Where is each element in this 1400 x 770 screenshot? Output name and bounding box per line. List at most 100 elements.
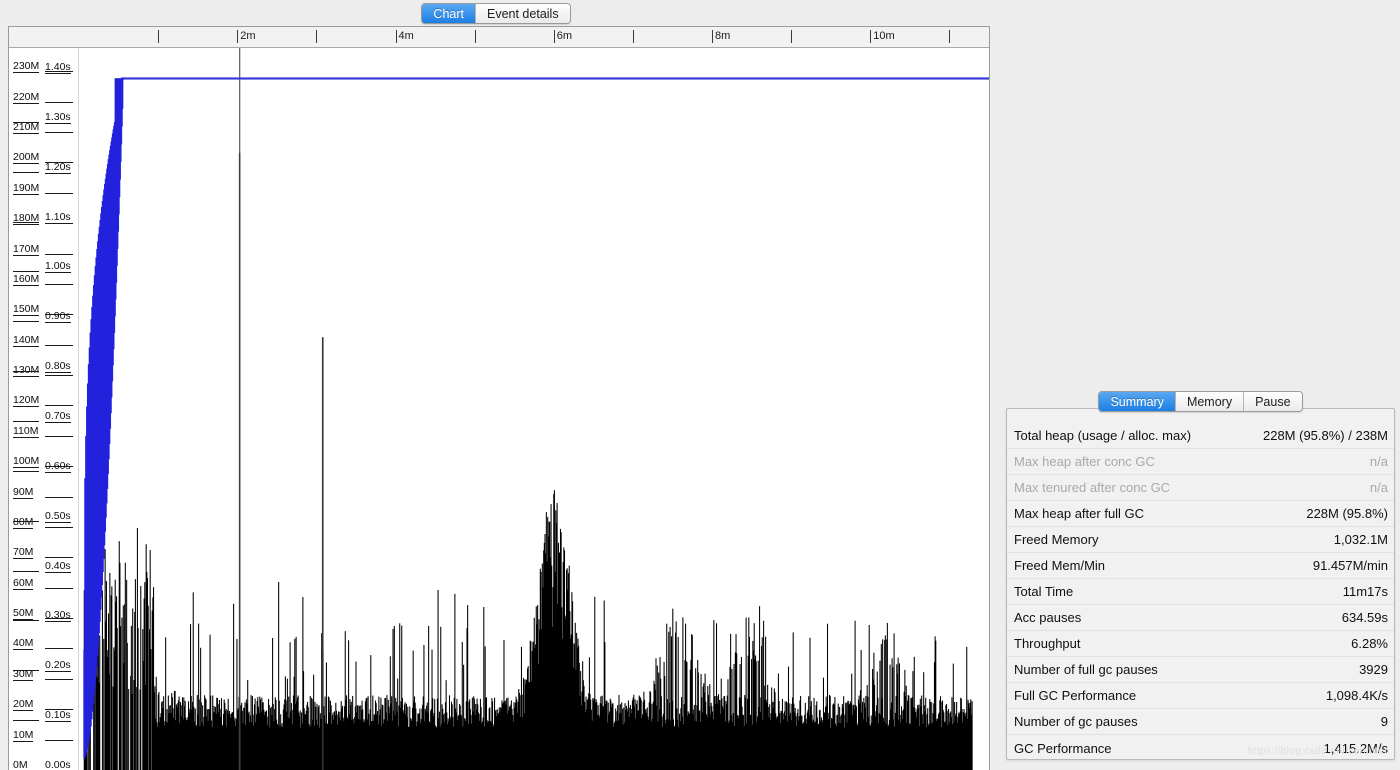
gc-pause-bars: [83, 490, 973, 770]
axis-tick-dash: [13, 321, 39, 323]
axis-tick-dash: [45, 739, 73, 741]
axis-tick-dash: [45, 101, 73, 103]
summary-row-value: 9: [1380, 714, 1388, 729]
time-axis-ruler[interactable]: 2m 4m 6m 8m 10m: [9, 27, 989, 48]
summary-row[interactable]: Total Time 11m17s: [1007, 579, 1394, 605]
tab-chart[interactable]: Chart: [422, 4, 476, 23]
axis-tick-dash: [13, 470, 39, 472]
axis-tick-dash: [13, 570, 39, 572]
memory-axis-tick-label: 150M: [13, 303, 40, 317]
summary-row-key: Freed Memory: [1014, 532, 1099, 547]
summary-row-value: 11m17s: [1342, 584, 1388, 599]
axis-tick-dash: [13, 221, 39, 223]
app-root: Chart Event details 2m 4m 6m 8m 10m 0M 10M 20M…: [0, 0, 1400, 770]
summary-row-value: 3929: [1359, 662, 1388, 677]
axis-tick-dash: [13, 670, 39, 672]
memory-axis-tick-label: 90M: [13, 485, 34, 499]
time-axis-tick-label-vertical: 1.30s: [45, 110, 71, 124]
axis-tick-dash: [45, 344, 73, 346]
summary-row-value: n/a: [1369, 454, 1388, 469]
time-axis-minor-tick: [316, 30, 318, 43]
time-axis-tick-label-vertical: 1.20s: [45, 160, 71, 174]
axis-tick-dash: [13, 121, 39, 123]
axis-tick-dash: [13, 271, 39, 273]
memory-axis-tick-label: 40M: [13, 637, 34, 651]
summary-row-value: 1,032.1M: [1333, 532, 1388, 547]
summary-row-value: 91.457M/min: [1312, 558, 1388, 573]
chart-tab-group: Chart Event details: [421, 3, 571, 24]
summary-row-key: Number of gc pauses: [1014, 714, 1138, 729]
time-axis-tick-label-vertical: 0.20s: [45, 659, 71, 673]
memory-axis-tick-label: 220M: [13, 90, 40, 104]
memory-axis-tick-label: 200M: [13, 151, 40, 165]
summary-row-value: 1,098.4K/s: [1325, 688, 1388, 703]
time-axis-tick-label-vertical: 0.10s: [45, 709, 71, 723]
summary-row-key: Number of full gc pauses: [1014, 662, 1158, 677]
summary-row-key: GC Performance: [1014, 740, 1112, 756]
time-axis-tick-label: 10m: [873, 30, 895, 42]
summary-row[interactable]: Freed Memory 1,032.1M: [1007, 527, 1394, 553]
tab-pause[interactable]: Pause: [1244, 392, 1302, 411]
axis-tick-dash: [45, 678, 73, 680]
time-axis-tick-label-vertical: 0.30s: [45, 609, 71, 623]
axis-tick-dash: [13, 520, 39, 522]
summary-row-value: 6.28%: [1351, 636, 1388, 651]
time-axis-minor-tick: [632, 30, 634, 43]
summary-row[interactable]: Max heap after conc GC n/a: [1007, 449, 1394, 475]
axis-tick-dash: [13, 620, 39, 622]
time-axis-tick-label-vertical: 0.40s: [45, 559, 71, 573]
time-axis-minor-tick: [791, 30, 793, 43]
tab-memory[interactable]: Memory: [1175, 392, 1245, 411]
axis-tick-dash: [45, 405, 73, 407]
summary-row[interactable]: Number of gc pauses 9: [1007, 709, 1394, 735]
memory-axis-tick-label: 20M: [13, 698, 34, 712]
summary-row[interactable]: Full GC Performance 1,098.4K/s: [1007, 683, 1394, 709]
y-axis-gutter: 0M 10M 20M 30M 40M 50M 60M 70M 80M 90M 100M 110M 120…: [9, 48, 79, 770]
summary-row[interactable]: Freed Mem/Min 91.457M/min: [1007, 553, 1394, 579]
time-axis-minor-tick: [949, 30, 951, 43]
summary-row-key: Freed Mem/Min: [1014, 558, 1106, 573]
summary-row[interactable]: Max heap after full GC 228M (95.8%): [1007, 501, 1394, 527]
summary-row-key: Max heap after full GC: [1014, 506, 1145, 521]
summary-row[interactable]: Total heap (usage / alloc. max) 228M (95.…: [1007, 423, 1394, 449]
tab-summary[interactable]: Summary: [1099, 392, 1176, 411]
time-axis-tick-label-vertical: 0.90s: [45, 310, 71, 324]
memory-axis-tick-label: 170M: [13, 242, 40, 256]
axis-tick-dash: [45, 557, 73, 559]
summary-row-key: Max tenured after conc GC: [1014, 480, 1171, 495]
time-axis-tick-label: 6m: [556, 30, 573, 42]
summary-panel: Total heap (usage / alloc. max) 228M (95.…: [1006, 408, 1395, 760]
axis-tick-dash: [13, 171, 39, 173]
memory-axis-tick-label: 50M: [13, 607, 34, 621]
memory-axis-tick-label: 100M: [13, 455, 40, 469]
summary-row-key: Full GC Performance: [1014, 688, 1137, 703]
memory-axis-tick-label: 80M: [13, 515, 34, 529]
chart-frame: 2m 4m 6m 8m 10m 0M 10M 20M 30M 40M 50M 60M 70M 80M 90…: [8, 26, 990, 770]
axis-tick-dash: [13, 71, 39, 73]
time-axis-tick-label: 8m: [715, 30, 731, 42]
time-axis-tick-label-vertical: 0.50s: [45, 509, 71, 523]
axis-tick-dash: [45, 648, 73, 650]
memory-axis-tick-label: 140M: [13, 333, 40, 347]
axis-tick-dash: [45, 496, 73, 498]
summary-row[interactable]: Throughput 6.28%: [1007, 631, 1394, 657]
summary-row[interactable]: Acc pauses 634.59s: [1007, 605, 1394, 631]
time-axis-tick-label-vertical: 1.40s: [45, 60, 71, 74]
axis-tick-dash: [45, 283, 73, 285]
time-axis-tick-label-vertical: 1.00s: [45, 260, 71, 274]
time-axis-tick-label-vertical: 0.00s: [45, 759, 71, 770]
full-gc-marker-lines: [238, 48, 324, 770]
summary-row-key: Throughput: [1014, 636, 1081, 651]
watermark-text: https://blog.csdn.net/confuter: [1247, 746, 1388, 757]
axis-tick-dash: [45, 375, 73, 377]
memory-axis-tick-label: 110M: [13, 424, 39, 438]
summary-row[interactable]: Number of full gc pauses 3929: [1007, 657, 1394, 683]
time-axis-tick-label-vertical: 1.10s: [45, 210, 71, 224]
chart-svg: [83, 48, 989, 770]
summary-row-key: Acc pauses: [1014, 610, 1082, 625]
chart-plot-area[interactable]: [79, 48, 989, 770]
tab-event-details[interactable]: Event details: [476, 4, 570, 23]
chart-window: Chart Event details 2m 4m 6m 8m 10m 0M 10M 20M…: [0, 0, 992, 770]
summary-row[interactable]: Max tenured after conc GC n/a: [1007, 475, 1394, 501]
memory-axis-tick-label: 120M: [13, 394, 40, 408]
